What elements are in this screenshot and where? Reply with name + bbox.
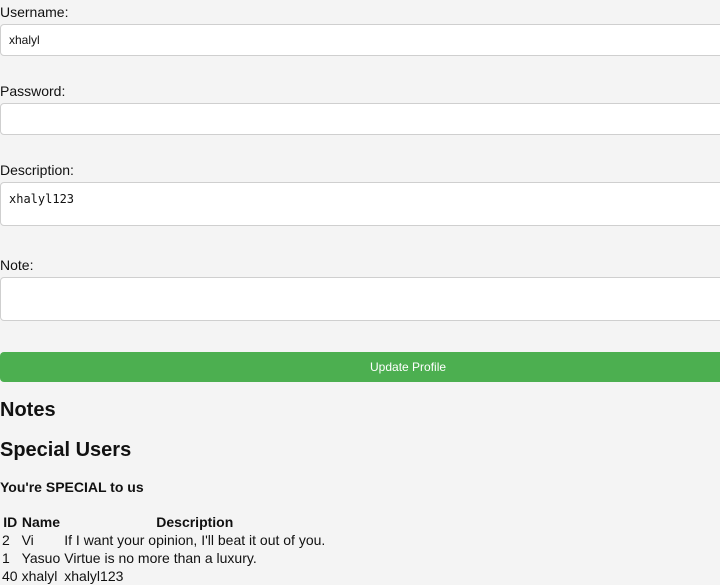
special-users-subheading: You're SPECIAL to us	[0, 479, 144, 495]
special-users-table: ID Name Description 2 Vi If I want your …	[0, 513, 327, 585]
password-label: Password:	[0, 83, 66, 99]
cell-id: 40	[2, 568, 18, 584]
cell-id: 2	[2, 532, 10, 548]
password-input[interactable]	[0, 103, 720, 135]
notes-heading: Notes	[0, 399, 56, 421]
note-textarea[interactable]	[0, 277, 720, 321]
cell-description: Virtue is no more than a luxury.	[64, 550, 257, 566]
username-input[interactable]	[0, 24, 720, 56]
cell-id: 1	[2, 550, 10, 566]
table-row: 40 xhalyl xhalyl123	[0, 567, 327, 585]
cell-description: xhalyl123	[64, 568, 124, 584]
update-profile-button[interactable]: Update Profile	[0, 352, 720, 382]
description-label: Description:	[0, 162, 74, 178]
username-label: Username:	[0, 4, 69, 20]
special-users-heading: Special Users	[0, 439, 132, 461]
table-row: 1 Yasuo Virtue is no more than a luxury.	[0, 549, 327, 567]
cell-name: xhalyl	[21, 568, 58, 584]
note-label: Note:	[0, 257, 34, 273]
column-header-description: Description	[156, 514, 234, 530]
cell-name: Vi	[21, 532, 34, 548]
column-header-name: Name	[21, 514, 60, 530]
table-row: 2 Vi If I want your opinion, I'll beat i…	[0, 531, 327, 549]
column-header-id: ID	[3, 514, 18, 530]
table-header-row: ID Name Description	[0, 513, 327, 531]
cell-description: If I want your opinion, I'll beat it out…	[64, 532, 326, 548]
cell-name: Yasuo	[21, 550, 61, 566]
description-textarea[interactable]	[0, 182, 720, 226]
